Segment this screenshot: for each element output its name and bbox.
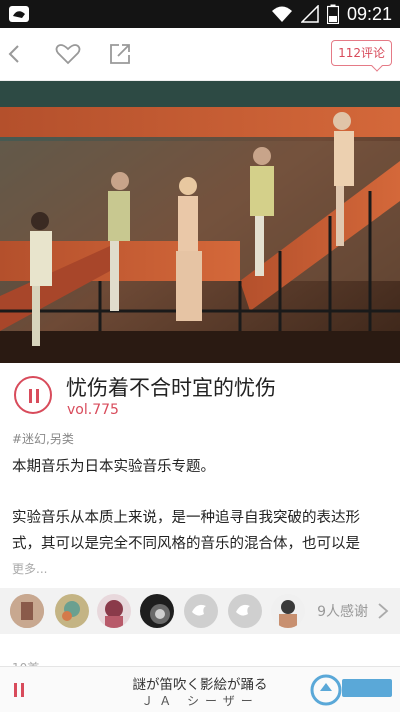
intro-text: 本期音乐为日本实验音乐专题。 <box>12 459 215 475</box>
thanks-row[interactable]: 9人感谢 <box>0 588 400 634</box>
signal-icon <box>300 5 319 23</box>
comments-button[interactable]: 112评论 <box>331 40 392 66</box>
avatar[interactable] <box>271 594 305 628</box>
album-cover-image <box>0 81 400 363</box>
battery-icon <box>326 4 339 24</box>
thanks-count[interactable]: 9人感谢 <box>317 601 368 621</box>
avatar[interactable] <box>97 594 131 628</box>
cover-illustration <box>0 81 400 363</box>
avatar[interactable] <box>55 594 89 628</box>
avatar[interactable] <box>140 594 174 628</box>
status-bar: 09:21 <box>0 0 400 28</box>
watermark-logo <box>310 674 392 706</box>
back-icon[interactable] <box>2 40 30 68</box>
song-title: 忧伤着不合时宜的忧伤 <box>66 376 276 400</box>
app-notification-icon <box>9 6 29 22</box>
wifi-icon <box>271 6 292 22</box>
volume-number: vol.775 <box>67 402 119 418</box>
heart-icon[interactable] <box>54 40 82 68</box>
share-icon[interactable] <box>106 40 134 68</box>
status-icons: 09:21 <box>271 3 392 25</box>
description-text: 实验音乐从本质上来说，是一种追寻自我突破的表达形式，其可以是完全不同风格的音乐的… <box>12 510 360 552</box>
chevron-right-icon[interactable] <box>376 602 390 620</box>
status-time: 09:21 <box>346 3 392 24</box>
mini-player[interactable]: 謎が笛吹く影絵が踊る ＪＡ シーザー <box>0 666 400 712</box>
top-toolbar: 112评论 <box>0 28 400 81</box>
pause-button[interactable] <box>14 376 52 414</box>
default-avatar-icon[interactable] <box>228 594 262 628</box>
genre-tags[interactable]: #迷幻,另类 <box>12 430 74 447</box>
more-link[interactable]: 更多... <box>12 560 47 577</box>
pause-icon <box>29 389 32 403</box>
default-avatar-icon[interactable] <box>184 594 218 628</box>
avatar[interactable] <box>10 594 44 628</box>
